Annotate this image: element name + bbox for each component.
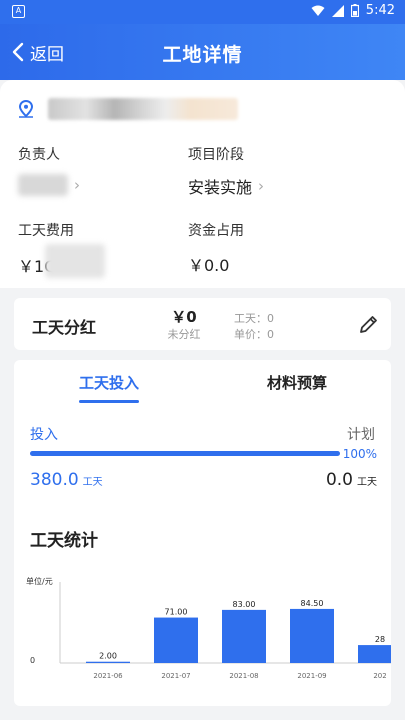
chart-x-tick-label: 202 xyxy=(373,672,386,680)
chart-bar xyxy=(154,617,198,663)
app-bar: 返回 工地详情 xyxy=(0,24,405,80)
bonus-unit-price: 单价：0 xyxy=(234,328,274,341)
address-redacted xyxy=(48,98,238,120)
notification-icon: A xyxy=(12,5,25,18)
chart-data-label: 71.00 xyxy=(165,608,188,617)
tab-bar: 工天投入 材料预算 xyxy=(14,360,391,404)
chart-x-tick-label: 2021-09 xyxy=(297,672,326,680)
signal-icon xyxy=(331,4,344,17)
input-value: 380.0 工天 xyxy=(30,470,103,490)
status-bar: A 5:42 xyxy=(0,0,405,24)
status-time: 5:42 xyxy=(365,3,395,18)
chart-x-tick-label: 2021-07 xyxy=(161,672,190,680)
bonus-amount: ￥0 xyxy=(171,308,197,326)
edit-icon[interactable] xyxy=(357,312,381,336)
bonus-card: 工天分红 ￥0 未分红 工天：0 单价：0 xyxy=(14,298,391,350)
bonus-status: 未分红 xyxy=(167,328,201,341)
wifi-icon xyxy=(311,5,325,16)
progress-percent: 100% xyxy=(342,447,377,461)
bonus-days: 工天：0 xyxy=(234,312,274,325)
chart-data-label: 28 xyxy=(375,635,385,644)
stats-title: 工天统计 xyxy=(30,531,98,551)
tab-labor-input[interactable]: 工天投入 xyxy=(79,372,139,393)
plan-label: 计划 xyxy=(347,427,375,443)
active-tab-indicator xyxy=(79,400,139,403)
address-row[interactable] xyxy=(18,98,238,120)
plan-value: 0.0 工天 xyxy=(326,470,377,490)
input-value-number: 380.0 xyxy=(30,470,79,490)
plan-unit: 工天 xyxy=(357,477,377,488)
owner-value[interactable]: › xyxy=(18,174,80,196)
chart-bar xyxy=(86,661,130,663)
stage-label: 项目阶段 xyxy=(188,147,244,163)
labor-cost-redacted xyxy=(45,244,106,278)
plan-value-number: 0.0 xyxy=(325,470,353,490)
chart-data-label: 84.50 xyxy=(301,599,324,608)
fund-value: ￥0.0 xyxy=(188,256,230,275)
input-label: 投入 xyxy=(30,427,58,443)
chart-data-label: 2.00 xyxy=(99,652,117,661)
chevron-right-icon: › xyxy=(258,177,265,195)
chart-bar xyxy=(358,645,391,663)
progress-fill xyxy=(30,451,340,456)
site-info-card: 负责人 › 项目阶段 安装实施 › 工天费用 ￥1C 资金占用 ￥0.0 xyxy=(0,80,405,288)
chart-data-label: 83.00 xyxy=(233,600,256,609)
stage-value-text: 安装实施 xyxy=(188,178,253,197)
page-title: 工地详情 xyxy=(162,44,243,66)
chevron-right-icon: › xyxy=(74,176,80,194)
labor-cost-label: 工天费用 xyxy=(18,223,74,239)
bonus-title: 工天分红 xyxy=(32,318,97,337)
chart-y-tick-label: 0 xyxy=(30,656,35,665)
fund-label: 资金占用 xyxy=(188,223,244,239)
input-unit: 工天 xyxy=(82,477,103,488)
chart-bar xyxy=(222,609,266,663)
owner-label: 负责人 xyxy=(18,147,60,163)
owner-redacted xyxy=(18,174,68,196)
chart-y-axis-label: 单位/元 xyxy=(26,576,53,586)
labor-bar-chart: 单位/元 0 2.00 2021-06 71.00 2021-07 83.00 2021-… xyxy=(26,576,391,680)
progress-bar xyxy=(30,451,340,456)
stage-value[interactable]: 安装实施 › xyxy=(188,174,264,198)
chart-x-tick-label: 2021-06 xyxy=(93,672,123,680)
chart-bar xyxy=(290,608,334,663)
chart-x-tick-label: 2021-08 xyxy=(229,672,258,680)
location-pin-icon xyxy=(18,100,34,118)
tab-material-budget[interactable]: 材料预算 xyxy=(267,372,327,393)
labor-cost-value: ￥1C xyxy=(18,244,106,278)
battery-icon xyxy=(350,4,359,17)
labor-panel: 投入 计划 100% 380.0 工天 0.0 工天 工天统计 单位/元 0 2.0… xyxy=(14,404,391,706)
